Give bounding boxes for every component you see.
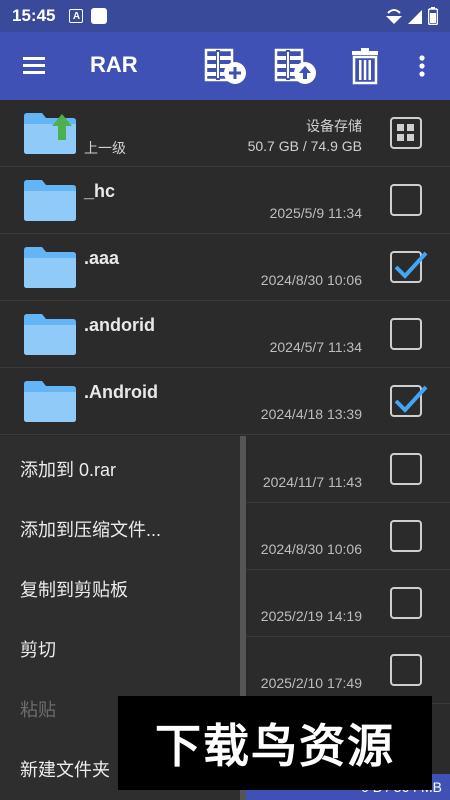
menu-icon[interactable] xyxy=(18,52,52,80)
watermark: 下载鸟资源 xyxy=(118,696,432,790)
screen: 15:45 A RAR 上一级 设备存储 50.7 GB / 74.9 GB _… xyxy=(0,0,450,800)
file-row[interactable]: _hc 2025/5/9 11:34 xyxy=(0,167,450,234)
storage-label: 设备存储 xyxy=(306,118,362,134)
battery-icon xyxy=(428,7,438,25)
app-bar: RAR xyxy=(0,32,450,100)
status-time: 15:45 xyxy=(12,6,56,25)
more-vert-icon[interactable] xyxy=(408,46,438,86)
file-name: .andorid xyxy=(84,315,155,335)
file-date: 2024/8/30 10:06 xyxy=(260,541,362,557)
file-date: 2024/11/7 11:43 xyxy=(262,474,362,490)
check-icon xyxy=(394,385,428,413)
notification-a-icon: A xyxy=(69,9,84,23)
select-checkbox[interactable] xyxy=(390,587,422,619)
folder-icon xyxy=(24,314,76,355)
select-checkbox[interactable] xyxy=(390,318,422,350)
select-checkbox[interactable] xyxy=(390,453,422,485)
file-row[interactable]: .aaa 2024/8/30 10:06 xyxy=(0,234,450,301)
file-date: 2024/4/18 13:39 xyxy=(260,406,362,422)
file-row[interactable]: .andorid 2024/5/7 11:34 xyxy=(0,301,450,368)
folder-icon xyxy=(24,381,76,422)
folder-icon xyxy=(24,247,76,288)
parent-folder-row[interactable]: 上一级 设备存储 50.7 GB / 74.9 GB xyxy=(0,100,450,167)
menu-item-copy-to-clipboard[interactable]: 复制到剪贴板 xyxy=(20,576,128,602)
menu-item-add-to-rar[interactable]: 添加到 0.rar xyxy=(20,456,116,482)
notification-square-icon xyxy=(91,8,108,24)
menu-item-paste: 粘贴 xyxy=(20,700,56,720)
select-checkbox-checked[interactable] xyxy=(390,251,428,283)
storage-size: 50.7 GB / 74.9 GB xyxy=(247,138,362,154)
grid-view-icon[interactable] xyxy=(390,117,422,149)
parent-folder-label: 上一级 xyxy=(84,140,126,156)
archive-extract-icon[interactable] xyxy=(274,46,318,86)
cell-signal-icon xyxy=(408,10,422,24)
app-title: RAR xyxy=(90,52,138,77)
file-row[interactable]: .Android 2024/4/18 13:39 xyxy=(0,368,450,435)
delete-icon[interactable] xyxy=(344,46,388,86)
file-name: _hc xyxy=(84,181,116,201)
file-name: .Android xyxy=(84,382,158,402)
select-checkbox[interactable] xyxy=(390,654,422,686)
select-checkbox[interactable] xyxy=(390,184,422,216)
status-icons xyxy=(386,7,438,25)
menu-item-new-folder[interactable]: 新建文件夹 xyxy=(20,756,110,782)
file-date: 2024/8/30 10:06 xyxy=(260,272,362,288)
menu-item-cut[interactable]: 剪切 xyxy=(20,636,56,662)
signal-icon xyxy=(386,9,402,24)
select-checkbox[interactable] xyxy=(390,520,422,552)
menu-item-add-to-archive[interactable]: 添加到压缩文件... xyxy=(20,516,161,542)
status-bar: 15:45 A xyxy=(0,0,450,32)
archive-add-icon[interactable] xyxy=(204,46,248,86)
folder-icon xyxy=(24,180,76,221)
file-date: 2024/5/7 11:34 xyxy=(269,339,362,355)
check-icon xyxy=(394,251,428,279)
select-checkbox-checked[interactable] xyxy=(390,385,428,417)
file-name: .aaa xyxy=(84,248,120,268)
file-date: 2025/2/19 14:19 xyxy=(260,608,362,624)
file-date: 2025/5/9 11:34 xyxy=(269,205,362,221)
file-date: 2025/2/10 17:49 xyxy=(260,675,362,691)
folder-up-icon xyxy=(24,113,76,154)
